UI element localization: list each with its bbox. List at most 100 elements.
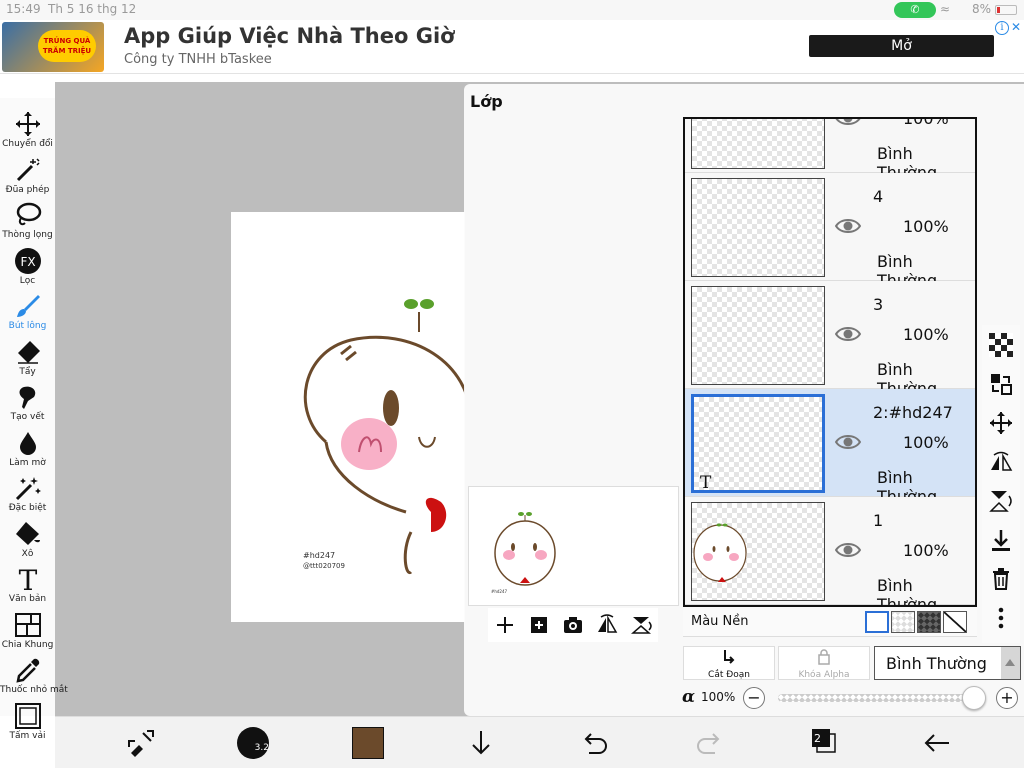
artwork-signature: #hd247 [303,551,335,560]
opacity-decrease-button[interactable]: − [743,687,765,709]
add-copy-layer-icon[interactable] [528,614,550,636]
layer-thumbnail[interactable] [691,178,825,277]
tool-canvas[interactable]: Tấm vải [0,702,55,746]
more-options-icon[interactable] [989,606,1013,630]
svg-text:T: T [18,565,37,593]
background-color-row[interactable]: Màu Nền [683,607,977,637]
layer-thumbnail[interactable]: T [691,394,825,493]
layers-button[interactable]: 2 [811,729,836,753]
tool-smudge[interactable]: Tạo vết [0,383,55,427]
smudge-icon [0,383,55,411]
brush-icon [0,292,55,320]
flip-vertical-icon[interactable] [630,614,652,636]
lasso-icon [0,201,55,229]
ad-banner[interactable]: TRÚNG QUÀ TRĂM TRIỆU App Giúp Việc Nhà T… [0,20,1024,74]
alpha-lock-label: Khóa Alpha [798,670,850,680]
ad-info-icon[interactable]: i [995,21,1009,35]
tool-brush[interactable]: Bút lông [0,292,55,336]
ad-advertiser: Công ty TNHH bTaskee [124,52,272,67]
tool-frame-divider[interactable]: Chia Khung [0,611,55,655]
eye-icon[interactable] [834,433,862,451]
tool-label: Đặc biệt [8,503,47,513]
move-icon [0,110,55,138]
background-none-swatch[interactable] [943,611,967,633]
layer-row[interactable]: 1 100% Bình Thường [685,497,975,605]
svg-text:FX: FX [20,255,35,269]
opacity-slider[interactable] [778,686,986,710]
layer-row[interactable]: 3100%Bình Thường [685,281,975,398]
opacity-row: α 100% − + [682,686,1022,710]
tool-label: Chuyển đổi [2,139,53,149]
back-arrow-icon[interactable] [921,727,953,759]
eye-icon[interactable] [834,217,862,235]
tool-move[interactable]: Chuyển đổi [0,110,55,154]
checkerboard-icon[interactable] [989,333,1013,357]
layer-blend-mode: Bình Thường [877,576,938,607]
ad-open-button[interactable]: Mở [809,35,994,57]
preview-actions [488,608,658,642]
tool-eyedropper[interactable]: Thuốc nhỏ mắt [0,656,68,700]
chevron-up-icon [1001,647,1020,679]
flip-layer-vertical-icon[interactable] [989,489,1013,513]
layer-list[interactable]: 100%Bình Thường4100%Bình Thường3100%Bình… [683,117,977,607]
flip-horizontal-icon[interactable] [596,614,618,636]
layer-row[interactable]: T2:#hd247100%Bình Thường [685,389,975,506]
move-layer-icon[interactable] [989,411,1013,435]
layer-name: 1 [873,511,884,530]
status-date: Th 5 16 thg 12 [48,2,137,16]
layer-row[interactable]: 100%Bình Thường [685,117,975,182]
redo-icon[interactable] [693,727,725,759]
tool-fx[interactable]: FX Lọc [0,247,55,291]
tool-special-brush[interactable]: Đặc biệt [0,474,55,518]
camera-icon[interactable] [562,614,584,636]
layer-row[interactable]: 4100%Bình Thường [685,173,975,290]
phone-call-icon[interactable]: ✆ [894,2,936,18]
layer-thumbnail[interactable] [691,119,825,169]
eye-icon[interactable] [834,325,862,343]
battery-percent: 8% [972,2,992,16]
background-white-swatch[interactable] [865,611,889,633]
tool-lasso[interactable]: Thòng lọng [0,201,55,245]
lock-icon [818,649,830,665]
transform-layer-icon[interactable] [989,372,1013,396]
eye-icon[interactable] [834,541,862,559]
layer-thumbnail[interactable] [691,502,825,601]
eye-icon[interactable] [835,119,861,127]
tool-label: Thuốc nhỏ mắt [0,685,68,695]
layer-thumbnail[interactable] [691,286,825,385]
layer-name: 2:#hd247 [873,403,953,422]
opacity-increase-button[interactable]: + [996,687,1018,709]
tool-bucket[interactable]: Xô [0,520,55,564]
delete-layer-icon[interactable] [989,567,1013,591]
flip-layer-horizontal-icon[interactable] [989,450,1013,474]
merge-down-icon[interactable] [989,528,1013,552]
background-transparent-swatch[interactable] [891,611,915,633]
tool-eraser[interactable]: Tẩy [0,338,55,382]
layer-count-value: 2 [814,732,821,745]
ad-thumbnail-badge: TRÚNG QUÀ TRĂM TRIỆU [38,30,96,62]
brush-color-swatch[interactable] [352,727,384,759]
clipping-button[interactable]: Cắt Đoạn [683,646,775,680]
tool-label: Tẩy [19,366,36,377]
ad-title[interactable]: App Giúp Việc Nhà Theo Giờ [124,24,455,48]
tool-blur[interactable]: Làm mờ [0,429,55,473]
ad-close-icon[interactable]: ✕ [1011,20,1021,34]
background-dark-swatch[interactable] [917,611,941,633]
swap-tools-icon[interactable] [125,727,157,759]
blend-mode-select[interactable]: Bình Thường [874,646,1021,680]
drawing-canvas[interactable]: #hd247 @ttt020709 [231,212,473,622]
opacity-slider-handle[interactable] [962,686,986,710]
layer-opacity: 100% [903,117,949,128]
tool-magic-wand[interactable]: Đũa phép [0,156,55,200]
eraser-icon [0,338,55,366]
arrow-down-icon[interactable] [465,727,497,759]
add-layer-icon[interactable] [494,614,516,636]
ad-thumbnail[interactable]: TRÚNG QUÀ TRĂM TRIỆU [2,22,104,72]
brush-size-indicator[interactable]: 3.2 [237,727,269,759]
tool-label: Văn bản [8,594,47,604]
alpha-lock-button[interactable]: Khóa Alpha [778,646,870,680]
layer-name: 4 [873,187,884,206]
undo-icon[interactable] [579,727,611,759]
layer-opacity: 100% [903,541,949,560]
tool-text[interactable]: T Văn bản [0,565,55,609]
